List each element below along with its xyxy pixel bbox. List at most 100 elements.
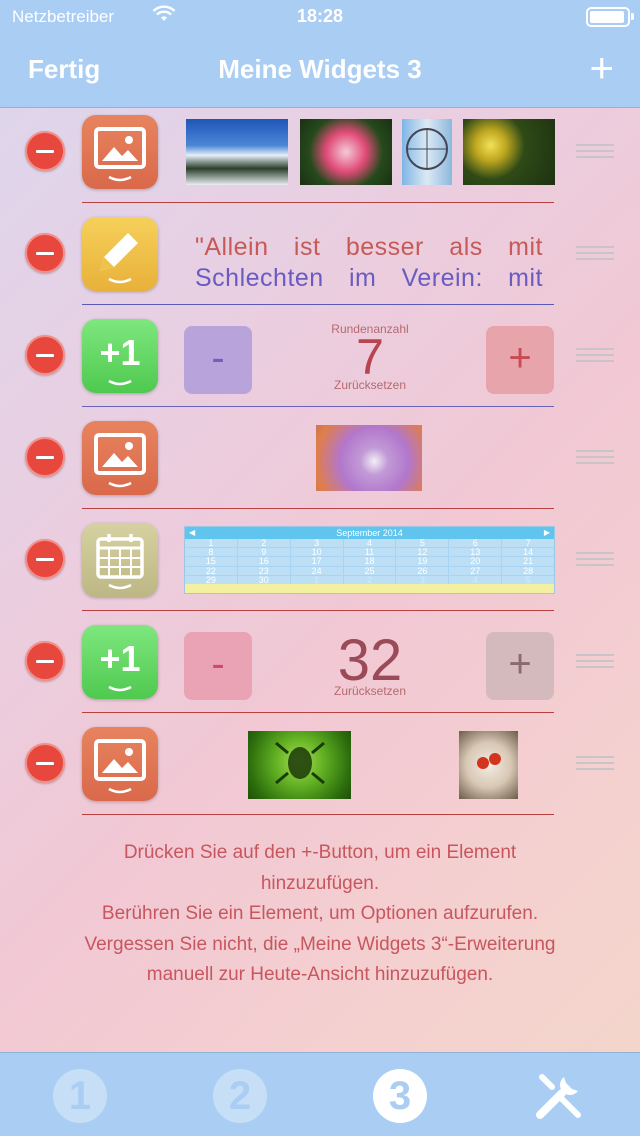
tab-1[interactable]: 1 (53, 1069, 107, 1123)
counter-display: 32 Zurücksetzen (300, 618, 440, 718)
calendar-day[interactable]: 25 (343, 566, 396, 575)
delete-button[interactable] (25, 641, 65, 681)
reset-link[interactable]: Zurücksetzen (300, 378, 440, 392)
increment-button[interactable]: + (486, 632, 554, 700)
svg-text:+1: +1 (99, 332, 140, 373)
calendar-day[interactable]: 4 (449, 575, 502, 584)
calendar-day[interactable]: 19 (396, 557, 449, 566)
calendar-day[interactable]: 5 (502, 575, 554, 584)
calendar-day[interactable]: 14 (502, 548, 554, 557)
calendar-day[interactable]: 5 (396, 538, 449, 548)
calendar-day[interactable]: 1 (185, 538, 237, 548)
widget-row-images-2[interactable] (0, 720, 640, 822)
row-separator (82, 712, 554, 713)
calendar-widget: ◀ September 2014 ▶ 1 2 3 4 5 6 7 8 9 10 11 12 13 14 15… (184, 526, 555, 594)
reorder-handle[interactable] (576, 552, 614, 566)
delete-button[interactable] (25, 131, 65, 171)
calendar-day[interactable]: 26 (396, 566, 449, 575)
row-separator (82, 202, 554, 203)
image-widget-icon (82, 115, 158, 189)
widget-row-image-single[interactable] (0, 414, 640, 516)
reorder-handle[interactable] (576, 654, 614, 668)
calendar-day[interactable]: 3 (290, 538, 343, 548)
help-line-4: Vergessen Sie nicht, die „Meine Widgets … (84, 933, 556, 955)
calendar-day[interactable]: 27 (449, 566, 502, 575)
calendar-day[interactable]: 18 (343, 557, 396, 566)
page-title: Meine Widgets 3 (218, 54, 422, 84)
delete-button[interactable] (25, 233, 65, 273)
calendar-day[interactable]: 8 (185, 548, 237, 557)
reorder-handle[interactable] (576, 246, 614, 260)
widget-row-calendar[interactable]: ◀ September 2014 ▶ 1 2 3 4 5 6 7 8 9 10 11 12 13 14 15… (0, 516, 640, 618)
tools-icon[interactable] (530, 1067, 588, 1125)
calendar-day[interactable]: 30 (237, 575, 290, 584)
calendar-day[interactable]: 13 (449, 548, 502, 557)
decrement-button[interactable]: - (184, 632, 252, 700)
calendar-day[interactable]: 24 (290, 566, 343, 575)
plus-one-icon: +1 (82, 625, 158, 699)
reset-link[interactable]: Zurücksetzen (300, 684, 440, 698)
row-separator (82, 406, 554, 407)
top-bar: Netzbetreiber 18:28 Fertig Meine Widgets… (0, 0, 640, 108)
reorder-handle[interactable] (576, 756, 614, 770)
calendar-grid: 1 2 3 4 5 6 7 8 9 10 11 12 13 14 15 16 17 18 19 20 21 22 23 24 2… (185, 538, 554, 584)
widget-row-counter-1[interactable]: +1 - Rundenanzahl 7 Zurücksetzen + (0, 312, 640, 414)
image-widget-icon (82, 727, 158, 801)
reorder-handle[interactable] (576, 348, 614, 362)
tab-bar: 1 2 3 (0, 1052, 640, 1136)
calendar-day[interactable]: 1 (290, 575, 343, 584)
help-text: Drücken Sie auf den +-Button, um ein Ele… (20, 838, 620, 991)
calendar-day[interactable]: 16 (237, 557, 290, 566)
delete-button[interactable] (25, 335, 65, 375)
tab-2[interactable]: 2 (213, 1069, 267, 1123)
widget-row-note[interactable]: "Allein ist besser als mit Schlechten im… (0, 210, 640, 312)
calendar-day[interactable]: 22 (185, 566, 237, 575)
calendar-day[interactable]: 23 (237, 566, 290, 575)
help-line-2: hinzuzufügen. (260, 872, 380, 894)
calendar-day[interactable]: 28 (502, 566, 554, 575)
prev-month-icon[interactable]: ◀ (189, 527, 195, 539)
calendar-day[interactable]: 15 (185, 557, 237, 566)
widget-row-counter-2[interactable]: +1 - 32 Zurücksetzen + (0, 618, 640, 720)
help-line-5: manuell zur Heute-Ansicht hinzuzufügen. (146, 964, 494, 985)
svg-text:+1: +1 (99, 638, 140, 679)
tab-3[interactable]: 3 (373, 1069, 427, 1123)
decrement-button[interactable]: - (184, 326, 252, 394)
calendar-day[interactable]: 21 (502, 557, 554, 566)
calendar-day[interactable]: 2 (237, 538, 290, 548)
delete-button[interactable] (25, 743, 65, 783)
increment-button[interactable]: + (486, 326, 554, 394)
image-widget-icon (82, 421, 158, 495)
calendar-day[interactable]: 10 (290, 548, 343, 557)
counter-value: 32 (337, 628, 403, 693)
reorder-handle[interactable] (576, 144, 614, 158)
help-line-3: Berühren Sie ein Element, um Optionen au… (101, 903, 539, 924)
navigation-bar: Fertig Meine Widgets 3 + (0, 36, 640, 108)
delete-button[interactable] (25, 437, 65, 477)
note-text: "Allein ist besser als mit Schlechten im… (195, 232, 543, 294)
calendar-day[interactable]: 3 (396, 575, 449, 584)
calendar-day[interactable]: 12 (396, 548, 449, 557)
calendar-day[interactable]: 9 (237, 548, 290, 557)
widget-row-images[interactable] (0, 108, 640, 210)
next-month-icon[interactable]: ▶ (544, 527, 550, 539)
calendar-day[interactable]: 4 (343, 538, 396, 548)
calendar-day[interactable]: 7 (502, 538, 554, 548)
calendar-day[interactable]: 20 (449, 557, 502, 566)
calendar-day[interactable]: 29 (185, 575, 237, 584)
calendar-day[interactable]: 11 (343, 548, 396, 557)
calendar-header: ◀ September 2014 ▶ (185, 527, 554, 539)
calendar-day[interactable]: 6 (449, 538, 502, 548)
row-separator (82, 508, 554, 509)
counter-value: 7 (356, 329, 384, 385)
photo-mountains (186, 119, 288, 185)
photo-frog-leaf (248, 731, 351, 799)
delete-button[interactable] (25, 539, 65, 579)
calendar-day[interactable]: 17 (290, 557, 343, 566)
add-button[interactable]: + (589, 47, 614, 89)
reorder-handle[interactable] (576, 450, 614, 464)
row-separator (82, 304, 554, 305)
photo-dewdrop (316, 425, 422, 491)
calendar-day[interactable]: 2 (343, 575, 396, 584)
clock: 18:28 (296, 6, 344, 26)
